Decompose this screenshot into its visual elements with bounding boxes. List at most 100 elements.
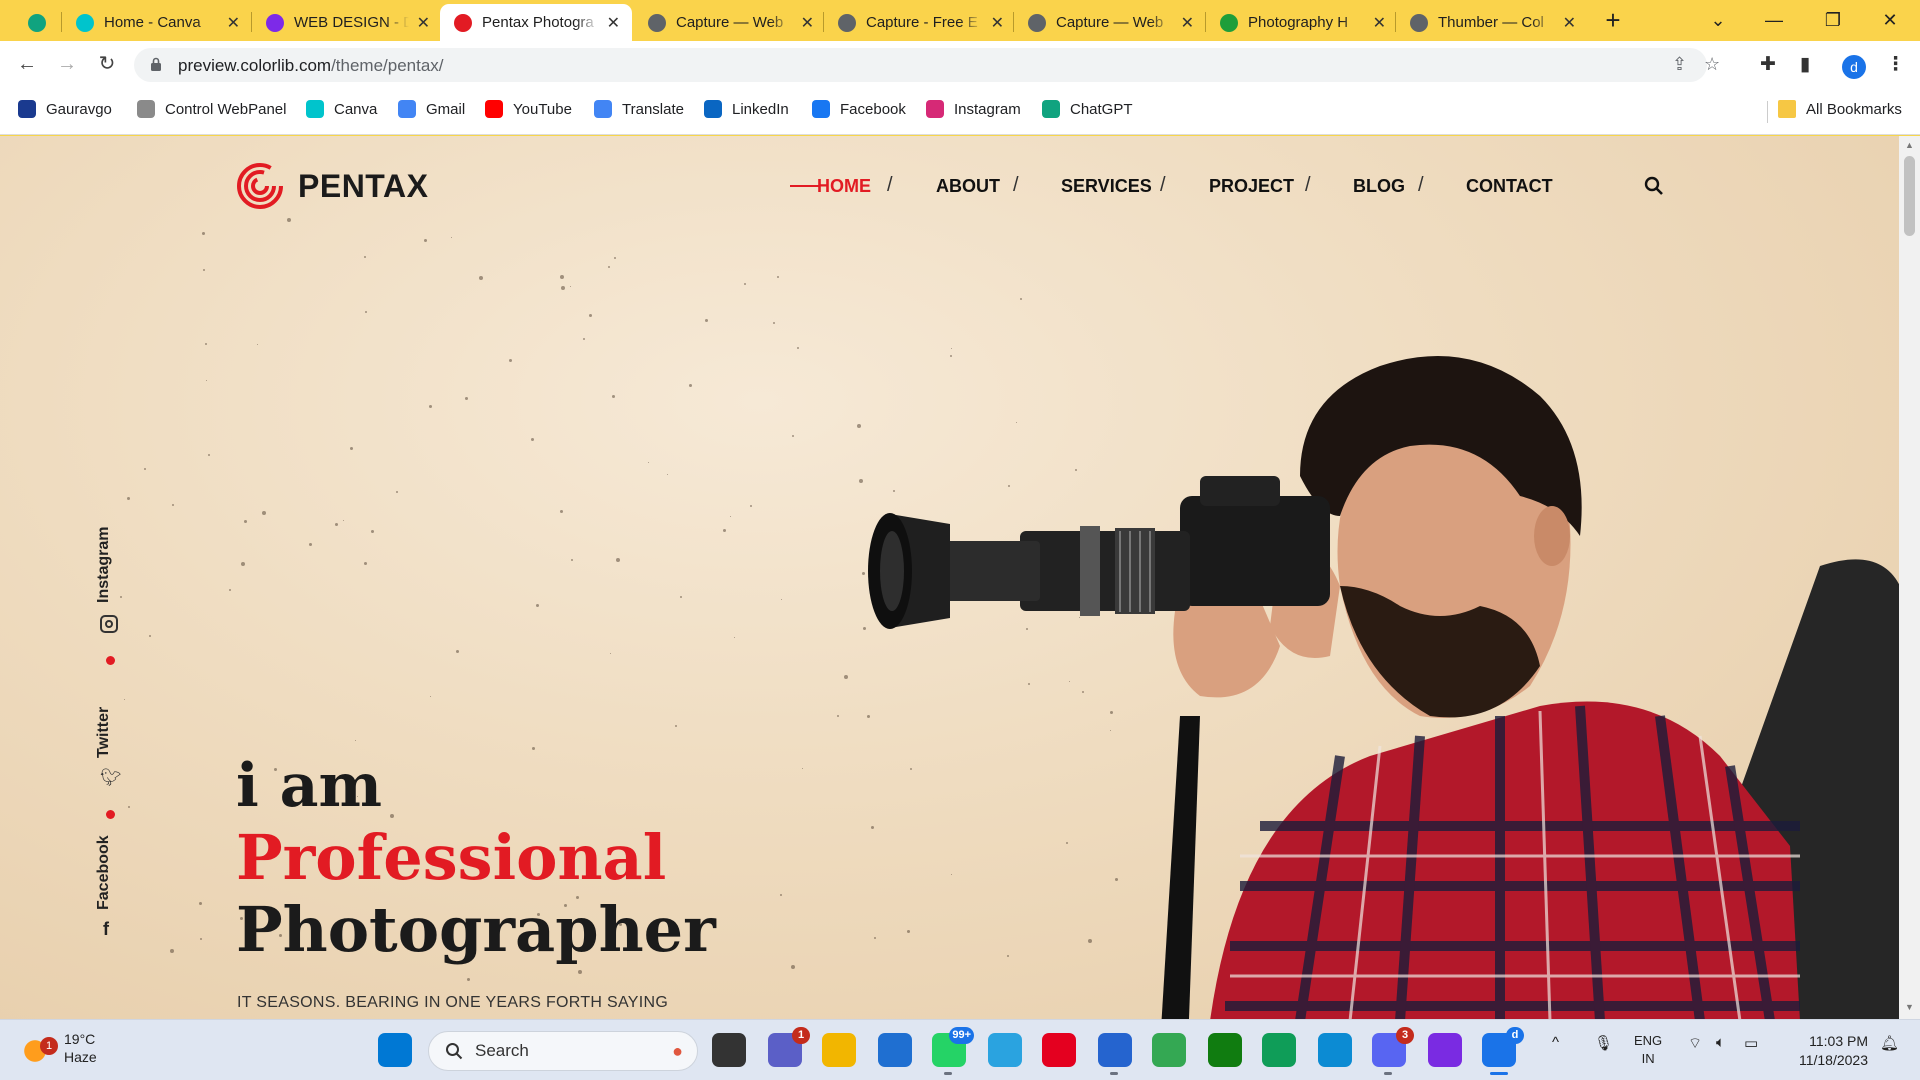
close-tab-icon[interactable]: ✕ (417, 13, 430, 33)
bookmark-label: YouTube (513, 100, 572, 118)
scroll-down-icon[interactable]: ▼ (1905, 1002, 1914, 1012)
bookmark-gmail[interactable]: Gmail (398, 100, 465, 118)
notification-icon[interactable]: 🔔︎ (1880, 1034, 1899, 1052)
discord-icon[interactable]: 3 (1372, 1027, 1414, 1075)
scroll-up-icon[interactable]: ▲ (1905, 140, 1914, 150)
browser-tab[interactable]: Capture — Web ✕ (1014, 4, 1206, 41)
start-icon[interactable] (378, 1033, 412, 1067)
battery-icon[interactable]: ▭ (1744, 1034, 1758, 1052)
bookmark-youtube[interactable]: YouTube (485, 100, 572, 118)
bookmark-control-webpanel[interactable]: Control WebPanel (137, 100, 286, 118)
bookmark-canva[interactable]: Canva (306, 100, 377, 118)
paper-speck (536, 604, 539, 607)
meet-icon[interactable]: 1 (768, 1027, 810, 1067)
system-clock[interactable]: 11:03 PM 11/18/2023 (1780, 1032, 1868, 1070)
nav-about[interactable]: ABOUT (936, 176, 1000, 197)
page-scrollbar[interactable]: ▲ ▼ (1899, 136, 1920, 1019)
back-button[interactable]: ← (12, 49, 42, 79)
reload-button[interactable]: ↻ (92, 49, 122, 79)
bookmark-chatgpt[interactable]: ChatGPT (1042, 100, 1133, 118)
nav-home[interactable]: HOME (817, 176, 871, 197)
facebook-icon[interactable]: f (103, 919, 109, 940)
volume-icon[interactable]: 🔈︎ (1716, 1034, 1725, 1051)
input-language[interactable]: ENG IN (1634, 1032, 1662, 1068)
paper-speck (560, 275, 564, 279)
browser-tab[interactable]: Home - Canva ✕ (62, 4, 252, 41)
bookmark-linkedin[interactable]: LinkedIn (704, 100, 789, 118)
file-explorer-icon[interactable] (822, 1033, 856, 1067)
browser-tab[interactable]: Photography H ✕ (1206, 4, 1398, 41)
all-bookmarks-button[interactable]: All Bookmarks (1778, 100, 1902, 118)
close-tab-icon[interactable]: ✕ (801, 13, 814, 33)
browser-tab[interactable] (14, 4, 68, 41)
app-icon[interactable] (1428, 1033, 1462, 1067)
weather-widget[interactable]: 1 19°C Haze (20, 1030, 97, 1066)
share-icon[interactable]: ⇪ (1672, 54, 1687, 75)
nav-blog[interactable]: BLOG (1353, 176, 1405, 197)
paper-speck (610, 653, 611, 654)
chrome-profile-icon[interactable]: d (1482, 1027, 1524, 1075)
profile-avatar[interactable]: d (1842, 55, 1866, 79)
minimize-button[interactable]: — (1746, 0, 1802, 40)
scroll-thumb[interactable] (1904, 156, 1915, 236)
browser-tab[interactable]: Capture — Web ✕ (634, 4, 826, 41)
hero-tagline: IT SEASONS. BEARING IN ONE YEARS FORTH S… (237, 994, 669, 1011)
browser-tab[interactable]: WEB DESIGN - D ✕ (252, 4, 442, 41)
browser-tab[interactable]: Thumber — Col ✕ (1396, 4, 1588, 41)
close-tab-icon[interactable]: ✕ (607, 13, 620, 33)
taskbar-search[interactable]: Search ● (428, 1031, 698, 1071)
bookmark-translate[interactable]: Translate (594, 100, 684, 118)
paper-speck (355, 740, 356, 741)
nav-services[interactable]: SERVICES (1061, 176, 1152, 197)
linkedin-icon (704, 100, 722, 118)
search-icon[interactable] (1644, 176, 1664, 196)
social-instagram-label: Instagram (95, 526, 112, 603)
wifi-icon[interactable]: ⌔ (1688, 1034, 1702, 1053)
site-logo[interactable]: PENTAX (236, 162, 428, 210)
chrome-icon[interactable] (1152, 1033, 1186, 1067)
menu-icon[interactable]: ⋮ (1886, 53, 1905, 76)
hero-line-3: Photographer (236, 893, 716, 966)
extensions-icon[interactable]: ✚ (1760, 53, 1776, 76)
paper-speck (583, 338, 585, 340)
tab-search-chevron-icon[interactable]: ⌄ (1690, 0, 1746, 40)
instagram-icon[interactable] (100, 615, 118, 633)
browser-tab[interactable]: Capture - Free E ✕ (824, 4, 1016, 41)
close-tab-icon[interactable]: ✕ (227, 13, 240, 33)
bookmark-gauravgo[interactable]: Gauravgo (18, 100, 112, 118)
telegram-icon[interactable] (988, 1033, 1022, 1067)
nav-project[interactable]: PROJECT (1209, 176, 1294, 197)
bookmark-facebook[interactable]: Facebook (812, 100, 906, 118)
close-tab-icon[interactable]: ✕ (991, 13, 1004, 33)
task-view-icon[interactable] (712, 1033, 746, 1067)
new-tab-button[interactable]: + (1598, 6, 1628, 36)
social-facebook[interactable]: Facebook (95, 835, 113, 910)
chat-icon[interactable] (1262, 1033, 1296, 1067)
social-twitter[interactable]: Twitter (95, 707, 113, 758)
xbox-icon[interactable] (1208, 1033, 1242, 1067)
show-hidden-icons[interactable]: ^ (1552, 1034, 1559, 1051)
close-tab-icon[interactable]: ✕ (1181, 13, 1194, 33)
close-tab-icon[interactable]: ✕ (1373, 13, 1386, 33)
bookmark-instagram[interactable]: Instagram (926, 100, 1021, 118)
restore-button[interactable]: ❐ (1805, 0, 1861, 40)
close-tab-icon[interactable]: ✕ (1563, 13, 1576, 33)
opera-icon[interactable] (1042, 1033, 1076, 1067)
todo-icon[interactable] (1098, 1033, 1132, 1075)
close-window-button[interactable]: ✕ (1862, 0, 1918, 40)
bookmark-star-icon[interactable]: ☆ (1704, 54, 1720, 75)
twitter-icon[interactable]: 🐦︎ (100, 768, 122, 788)
social-instagram[interactable]: Instagram (95, 527, 113, 603)
nav-contact[interactable]: CONTACT (1466, 176, 1553, 197)
microphone-icon[interactable]: 🎙︎ (1594, 1034, 1613, 1052)
tab-divider (1205, 12, 1206, 32)
side-panel-icon[interactable]: ▮ (1800, 53, 1810, 76)
forward-button[interactable]: → (52, 49, 82, 79)
paper-speck (396, 491, 398, 493)
edge-icon[interactable] (1318, 1033, 1352, 1067)
whatsapp-icon[interactable]: 99+ (932, 1027, 974, 1075)
address-bar[interactable]: preview.colorlib.com/theme/pentax/ ⇪ ☆ (134, 48, 1720, 82)
store-icon[interactable] (878, 1033, 912, 1067)
paper-speck (149, 635, 151, 637)
browser-tab[interactable]: Pentax Photogra ✕ (440, 4, 632, 41)
